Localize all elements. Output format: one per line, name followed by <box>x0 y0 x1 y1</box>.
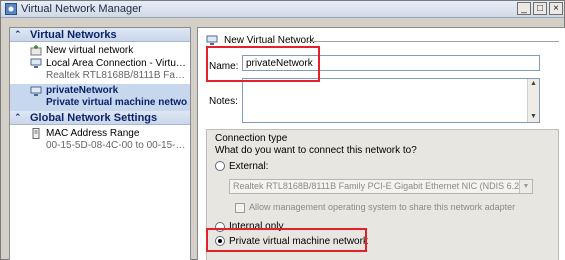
network-icon <box>30 86 42 96</box>
section-header: New Virtual Network <box>206 34 559 48</box>
window-title: Virtual Network Manager <box>21 3 142 15</box>
mac-range-value: 00-15-5D-08-4C-00 to 00-15-5D-0... <box>46 140 188 151</box>
connection-type-group: Connection type What do you want to conn… <box>206 129 559 260</box>
notes-scrollbar[interactable]: ▲ ▼ <box>527 79 539 122</box>
virtual-networks-heading[interactable]: ⌃ Virtual Networks <box>10 28 190 42</box>
virtual-network-manager-window: Virtual Network Manager _ □ × ⌃ Virtual … <box>0 0 565 260</box>
network-icon <box>30 58 42 68</box>
notes-field[interactable]: ▲ ▼ <box>242 78 540 123</box>
sidebar-item-local-area-connection[interactable]: Local Area Connection - Virtual Net... <box>10 57 190 71</box>
sidebar-item-sub: Private virtual machine netwo... <box>46 97 188 108</box>
allow-management-checkbox[interactable] <box>235 203 245 213</box>
minimize-button[interactable]: _ <box>517 2 531 15</box>
collapse-chevron-icon[interactable]: ⌃ <box>14 112 22 123</box>
name-label: Name: <box>209 61 239 72</box>
new-network-icon <box>30 45 42 56</box>
name-field[interactable] <box>242 55 540 71</box>
connection-type-title: Connection type <box>215 133 288 144</box>
maximize-button[interactable]: □ <box>533 2 547 15</box>
collapse-chevron-icon[interactable]: ⌃ <box>14 29 22 40</box>
allow-management-label: Allow management operating system to sha… <box>249 202 516 212</box>
internal-only-radio[interactable] <box>215 222 225 232</box>
scroll-down-icon[interactable]: ▼ <box>528 112 539 122</box>
sidebar-item-label: privateNetwork <box>46 85 119 96</box>
chevron-down-icon[interactable]: ▼ <box>519 180 532 193</box>
sidebar-item-local-area-connection-adapter: Realtek RTL8168B/8111B Family P... <box>46 70 188 81</box>
scroll-up-icon[interactable]: ▲ <box>528 79 539 89</box>
navigation-pane: ⌃ Virtual Networks New virtual network L… <box>9 27 191 260</box>
sidebar-item-private-network[interactable]: privateNetwork Private virtual machine n… <box>10 84 190 111</box>
network-icon <box>206 35 218 45</box>
private-network-label: Private virtual machine network <box>229 236 368 247</box>
mac-range-icon <box>32 128 40 139</box>
title-bar[interactable]: Virtual Network Manager _ □ × <box>1 1 564 18</box>
global-network-settings-heading[interactable]: ⌃ Global Network Settings <box>10 111 190 125</box>
notes-label: Notes: <box>209 96 238 107</box>
private-network-radio[interactable] <box>215 236 225 246</box>
internal-only-label: Internal only <box>229 221 284 232</box>
section-title: New Virtual Network <box>224 35 315 46</box>
sidebar-item-new-virtual-network[interactable]: New virtual network <box>10 44 190 58</box>
connection-question: What do you want to connect this network… <box>215 145 417 156</box>
network-app-icon <box>5 3 17 15</box>
close-button[interactable]: × <box>549 2 563 15</box>
external-radio[interactable] <box>215 161 225 171</box>
divider <box>306 41 559 42</box>
details-pane: New Virtual Network Name: Notes: ▲ ▼ Con… <box>197 27 565 260</box>
sidebar-item-mac-address-range[interactable]: MAC Address Range <box>10 127 190 141</box>
external-adapter-select[interactable]: Realtek RTL8168B/8111B Family PCI-E Giga… <box>229 179 533 194</box>
external-label: External: <box>229 161 269 172</box>
